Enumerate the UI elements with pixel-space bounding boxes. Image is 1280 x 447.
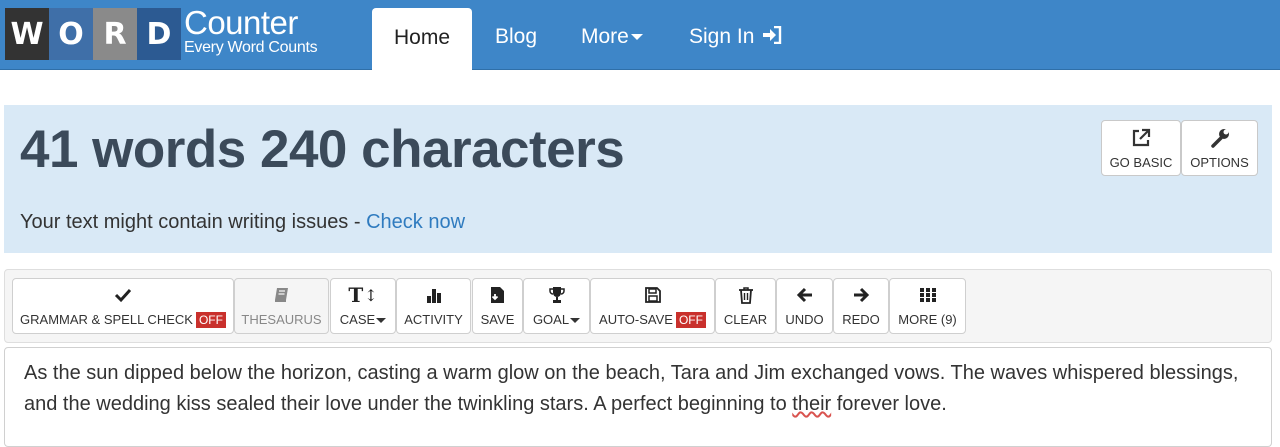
nav-home-tab[interactable]: Home (372, 8, 472, 71)
caret-down-icon (376, 318, 387, 324)
logo-letter-w: W (5, 8, 49, 60)
nav-blog-link[interactable]: Blog (495, 22, 537, 52)
wrench-icon (1210, 128, 1229, 148)
undo-button[interactable]: UNDO (776, 278, 833, 334)
text-height-icon: T ↕ (348, 283, 378, 307)
logo-text[interactable]: Counter Every Word Counts (184, 4, 318, 56)
case-row: CASE (339, 312, 387, 327)
grammar-off-badge: OFF (195, 312, 226, 328)
sign-in-icon (763, 25, 782, 45)
clear-label: CLEAR (723, 312, 768, 327)
nav-blog-label: Blog (495, 25, 538, 48)
stats-panel: 41 words 240 characters Your text might … (4, 105, 1272, 253)
book-icon (272, 284, 292, 306)
autosave-off-badge: OFF (675, 312, 706, 328)
goal-dropdown-button[interactable]: GOAL (523, 278, 590, 334)
activity-label: ACTIVITY (404, 312, 463, 327)
site-logo[interactable]: W O R D (5, 8, 181, 60)
editor-text-start: As the sun dipped below the horizon, cas… (24, 362, 1239, 415)
grammar-row: GRAMMAR & SPELL CHECK OFF (20, 312, 226, 328)
clear-button[interactable]: CLEAR (715, 278, 776, 334)
caret-down-icon (570, 318, 581, 324)
options-button[interactable]: OPTIONS (1181, 120, 1258, 176)
writing-issues-notice: Your text might contain writing issues -… (20, 211, 465, 234)
trash-icon (736, 284, 756, 306)
arrow-left-icon (795, 284, 815, 306)
logo-tagline: Every Word Counts (184, 39, 318, 56)
caret-down-icon (630, 34, 643, 41)
thesaurus-button[interactable]: THESAURUS (234, 278, 329, 334)
check-now-link[interactable]: Check now (366, 211, 465, 233)
bar-chart-icon (424, 284, 444, 306)
autosave-label: AUTO-SAVE (599, 312, 673, 327)
trophy-icon (547, 284, 567, 306)
undo-label: UNDO (785, 312, 824, 327)
case-dropdown-button[interactable]: T ↕ CASE (330, 278, 396, 334)
goal-row: GOAL (532, 312, 581, 327)
grid-icon (918, 284, 938, 306)
floppy-disk-icon (643, 284, 663, 306)
logo-letter-d: D (137, 8, 181, 60)
thesaurus-label: THESAURUS (241, 312, 322, 327)
options-label: OPTIONS (1190, 154, 1249, 170)
save-button[interactable]: SAVE (472, 278, 523, 334)
word-character-count: 41 words 240 characters (20, 120, 625, 179)
more-tools-label: MORE (9) (898, 312, 957, 327)
nav-more-label: More (581, 25, 629, 48)
grammar-label: GRAMMAR & SPELL CHECK (20, 312, 193, 327)
more-tools-button[interactable]: MORE (9) (889, 278, 966, 334)
goal-label: GOAL (532, 312, 570, 327)
editor-text-end: forever love. (831, 393, 947, 415)
nav-home-label: Home (393, 25, 451, 49)
redo-label: REDO (842, 312, 880, 327)
text-editor[interactable]: As the sun dipped below the horizon, cas… (4, 347, 1272, 447)
nav-signin-label: Sign In (689, 25, 755, 48)
external-link-icon (1132, 128, 1151, 146)
editor-toolbar: GRAMMAR & SPELL CHECK OFF THESAURUS T ↕ CA… (4, 269, 1272, 343)
save-label: SAVE (480, 312, 515, 327)
notice-text: Your text might contain writing issues - (20, 211, 367, 233)
autosave-row: AUTO-SAVE OFF (599, 312, 706, 328)
logo-letter-o: O (49, 8, 93, 60)
nav-signin-link[interactable]: Sign In (689, 22, 782, 52)
logo-title: Counter (184, 4, 298, 41)
go-basic-label: GO BASIC (1109, 154, 1173, 170)
top-navbar: W O R D Counter Every Word Counts Home B… (0, 0, 1280, 71)
save-file-icon (488, 284, 508, 306)
checkmark-icon (113, 284, 133, 306)
go-basic-button[interactable]: GO BASIC (1101, 120, 1181, 176)
case-label: CASE (339, 312, 376, 327)
nav-more-dropdown[interactable]: More (581, 22, 643, 52)
arrow-right-icon (851, 284, 871, 306)
spelling-issue-word[interactable]: their (792, 393, 831, 415)
auto-save-button[interactable]: AUTO-SAVE OFF (590, 278, 715, 334)
grammar-spell-check-button[interactable]: GRAMMAR & SPELL CHECK OFF (12, 278, 234, 334)
activity-button[interactable]: ACTIVITY (396, 278, 471, 334)
redo-button[interactable]: REDO (833, 278, 889, 334)
logo-letter-r: R (93, 8, 137, 60)
